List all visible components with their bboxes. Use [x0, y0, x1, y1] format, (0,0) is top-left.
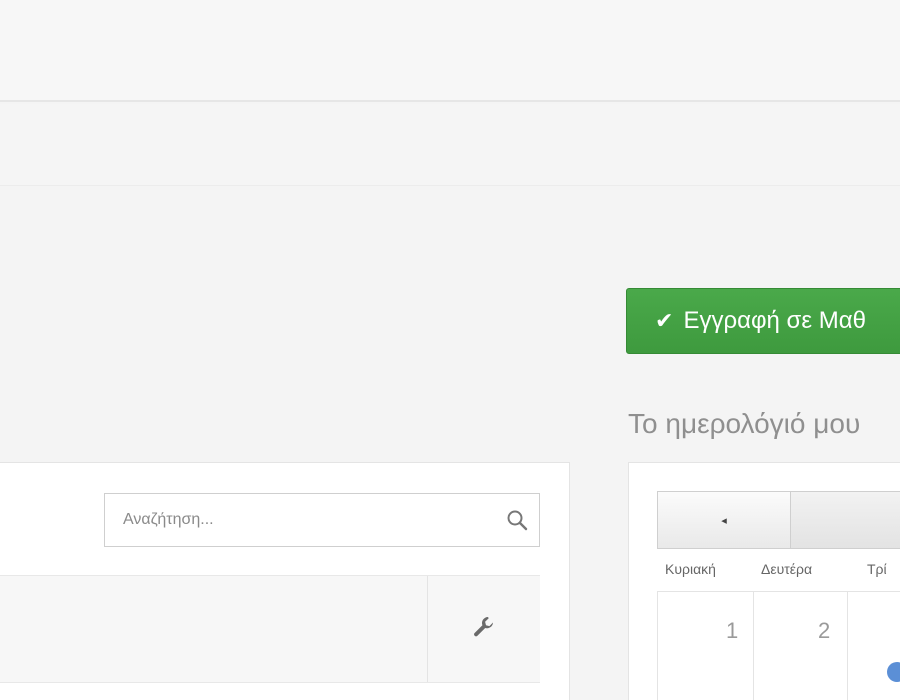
calendar-prev-button[interactable]: ◂: [657, 491, 791, 549]
calendar-day[interactable]: 2: [753, 592, 847, 700]
weekday-label: Δευτέρα: [761, 561, 813, 577]
chevron-left-icon: ◂: [721, 514, 727, 527]
search-box: [104, 493, 540, 547]
day-number: 2: [818, 618, 831, 643]
calendar-day-grid: 1 2: [657, 591, 900, 700]
courses-panel: [0, 462, 570, 700]
top-header: [0, 0, 900, 102]
search-input[interactable]: [105, 494, 495, 546]
search-icon[interactable]: [495, 494, 539, 546]
weekday-label: Τρί: [867, 561, 887, 577]
check-icon: ✔: [655, 308, 674, 333]
calendar-panel: ◂ Θ Κυριακή Δευτέρα Τρί 1 2: [628, 462, 900, 700]
weekday-label: Κυριακή: [665, 561, 716, 577]
wrench-icon[interactable]: [471, 614, 497, 645]
table-header-row: [0, 575, 540, 683]
enroll-button-label: Εγγραφή σε Μαθ: [683, 307, 866, 334]
day-number: 1: [726, 618, 739, 643]
page: ✔ Εγγραφή σε Μαθ Το ημερολόγιό μου Αναζή…: [0, 0, 900, 700]
event-dot[interactable]: [887, 662, 900, 682]
table-header-cell: [0, 576, 428, 682]
enroll-course-button[interactable]: ✔ Εγγραφή σε Μαθ: [626, 288, 900, 354]
sub-bar: [0, 104, 900, 186]
calendar-day[interactable]: [847, 592, 900, 700]
calendar-day[interactable]: 1: [657, 592, 753, 700]
calendar-title: Το ημερολόγιό μου: [628, 408, 861, 439]
calendar-month-button[interactable]: Θ: [791, 491, 900, 549]
table-tools-cell: [428, 576, 540, 682]
